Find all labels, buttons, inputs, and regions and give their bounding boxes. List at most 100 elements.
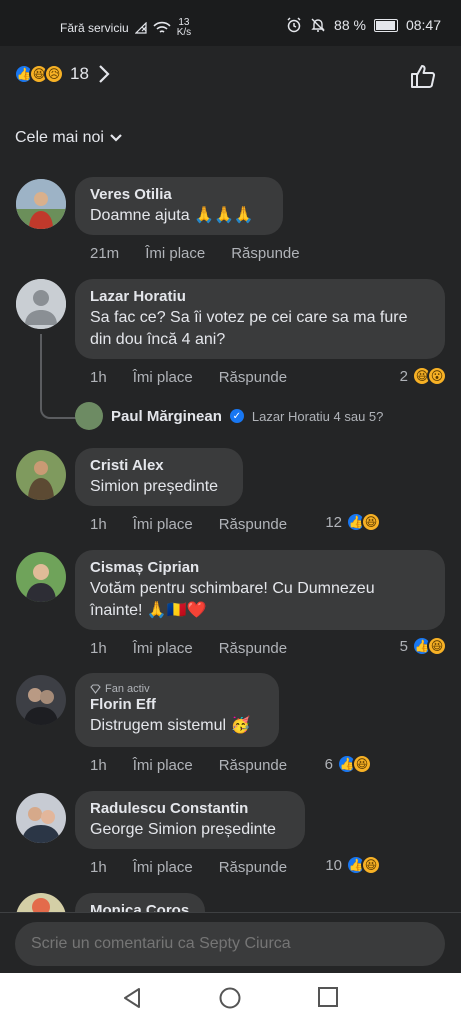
back-icon[interactable] xyxy=(122,987,142,1009)
mute-bell-icon xyxy=(311,18,325,32)
sort-label: Cele mai noi xyxy=(15,129,104,146)
comment-time: 21m xyxy=(90,245,120,262)
status-left: Fără serviciu 13 K/s xyxy=(60,18,191,38)
comment-actions: 1h Îmi place Răspunde xyxy=(90,516,313,533)
comment-actions: 1h Îmi place Răspunde xyxy=(90,369,313,386)
avatar[interactable] xyxy=(16,675,66,725)
comment-bubble[interactable]: Lazar Horatiu Sa fac ce? Sa îi votez pe … xyxy=(75,279,445,359)
reply-link[interactable]: Răspunde xyxy=(219,757,287,774)
reply-link[interactable]: Răspunde xyxy=(219,640,287,657)
comment-bubble[interactable]: Radulescu Constantin George Simion preșe… xyxy=(75,791,305,849)
comment-time: 1h xyxy=(90,369,107,386)
fan-badge: Fan activ xyxy=(90,683,264,695)
comment-text: Simion președinte xyxy=(90,478,219,495)
comment-text: George Simion președinte xyxy=(90,821,276,838)
verified-badge-icon: ✓ xyxy=(229,409,244,423)
avatar-image xyxy=(16,450,66,500)
comment-author[interactable]: Monica Coros xyxy=(90,901,190,912)
comment-text: Doamne ajuta 🙏🙏🙏 xyxy=(90,207,254,224)
avatar-image xyxy=(16,675,66,725)
reply-text: Lazar Horatiu 4 sau 5? xyxy=(251,408,384,424)
comment-author[interactable]: Florin Eff xyxy=(90,695,264,715)
avatar-image xyxy=(16,552,66,602)
sad-reaction-icon: 😥 xyxy=(44,64,64,84)
avatar-image xyxy=(16,893,66,912)
comment-composer xyxy=(0,912,461,973)
haha-reaction-icon: 😆 xyxy=(361,512,381,532)
comment-author[interactable]: Radulescu Constantin xyxy=(90,799,290,819)
avatar-image xyxy=(16,179,66,229)
recents-icon[interactable] xyxy=(318,987,338,1007)
wifi-icon xyxy=(153,21,171,33)
reaction-count[interactable]: 12 👍😆 xyxy=(325,512,381,532)
avatar-image xyxy=(16,793,66,843)
status-right: 88 % 08:47 xyxy=(286,17,441,33)
comment-text: Distrugem sistemul 🥳 xyxy=(90,717,251,734)
like-link[interactable]: Îmi place xyxy=(133,757,193,774)
like-link[interactable]: Îmi place xyxy=(133,859,193,876)
like-link[interactable]: Îmi place xyxy=(133,640,193,657)
reply-link[interactable]: Răspunde xyxy=(219,369,287,386)
comment-bubble[interactable]: Fan activ Florin Eff Distrugem sistemul … xyxy=(75,673,279,747)
comment-actions: 1h Îmi place Răspunde xyxy=(90,757,313,774)
battery-percent: 88 % xyxy=(334,17,366,33)
reaction-count: 18 xyxy=(70,64,89,83)
home-icon[interactable] xyxy=(219,987,241,1009)
reaction-summary[interactable]: 👍 😆 😥 18 xyxy=(14,64,111,84)
reaction-count[interactable]: 10 👍😆 xyxy=(325,855,381,875)
avatar[interactable] xyxy=(16,552,66,602)
comment-bubble[interactable]: Monica Coros xyxy=(75,893,205,912)
system-nav-bar xyxy=(0,973,461,1024)
reply-link[interactable]: Răspunde xyxy=(219,859,287,876)
sort-dropdown[interactable]: Cele mai noi xyxy=(15,129,122,147)
network-speed: 13 K/s xyxy=(176,17,192,38)
reaction-count[interactable]: 6 👍😆 xyxy=(325,754,372,774)
reply-author: Paul Mărginean xyxy=(111,407,222,425)
reply-link[interactable]: Răspunde xyxy=(231,245,299,262)
avatar[interactable] xyxy=(16,450,66,500)
reply-link[interactable]: Răspunde xyxy=(219,516,287,533)
comment: Monica Coros xyxy=(0,893,461,912)
like-link[interactable]: Îmi place xyxy=(145,245,205,262)
comments-header: 👍 😆 😥 18 xyxy=(0,46,461,110)
comment-input[interactable] xyxy=(15,922,445,966)
comment-author[interactable]: Lazar Horatiu xyxy=(90,287,430,307)
status-bar: Fără serviciu 13 K/s 88 % 08:47 xyxy=(0,0,461,46)
comment-time: 1h xyxy=(90,516,107,533)
comment-author[interactable]: Cristi Alex xyxy=(90,456,228,476)
chevron-down-icon xyxy=(110,134,122,142)
comment-time: 1h xyxy=(90,757,107,774)
battery-fill xyxy=(375,20,396,30)
comment-bubble[interactable]: Veres Otilia Doamne ajuta 🙏🙏🙏 xyxy=(75,177,283,235)
no-signal-icon xyxy=(134,22,147,34)
wow-reaction-icon: 😮 xyxy=(427,366,447,386)
comment-actions: 21m Îmi place Răspunde xyxy=(90,245,326,262)
default-avatar-icon xyxy=(16,279,66,329)
haha-reaction-icon: 😆 xyxy=(427,636,447,656)
avatar[interactable] xyxy=(16,893,66,912)
alarm-icon xyxy=(287,17,301,33)
like-link[interactable]: Îmi place xyxy=(133,516,193,533)
carrier-label: Fără serviciu xyxy=(60,21,129,35)
avatar[interactable] xyxy=(16,793,66,843)
reaction-count[interactable]: 2 😆 😮 xyxy=(400,366,447,386)
avatar xyxy=(75,402,103,430)
comment-actions: 1h Îmi place Răspunde xyxy=(90,859,313,876)
reaction-count[interactable]: 5 👍😆 xyxy=(400,636,447,656)
comment-bubble[interactable]: Cismaș Ciprian Votăm pentru schimbare! C… xyxy=(75,550,445,630)
like-button-icon[interactable] xyxy=(409,62,437,90)
comment-text: Votăm pentru schimbare! Cu Dumnezeu înai… xyxy=(90,580,375,619)
comment-text: Sa fac ce? Sa îi votez pe cei care sa ma… xyxy=(90,309,408,348)
comment-bubble[interactable]: Cristi Alex Simion președinte xyxy=(75,448,243,506)
comment-author[interactable]: Cismaș Ciprian xyxy=(90,558,430,578)
reply-preview[interactable]: Paul Mărginean ✓ Lazar Horatiu 4 sau 5? xyxy=(75,402,383,430)
haha-reaction-icon: 😆 xyxy=(361,855,381,875)
avatar[interactable] xyxy=(16,179,66,229)
like-link[interactable]: Îmi place xyxy=(133,369,193,386)
comment-time: 1h xyxy=(90,640,107,657)
battery-icon xyxy=(373,18,398,32)
comment-author[interactable]: Veres Otilia xyxy=(90,185,268,205)
avatar[interactable] xyxy=(16,279,66,329)
comment-time: 1h xyxy=(90,859,107,876)
diamond-icon xyxy=(90,684,101,694)
